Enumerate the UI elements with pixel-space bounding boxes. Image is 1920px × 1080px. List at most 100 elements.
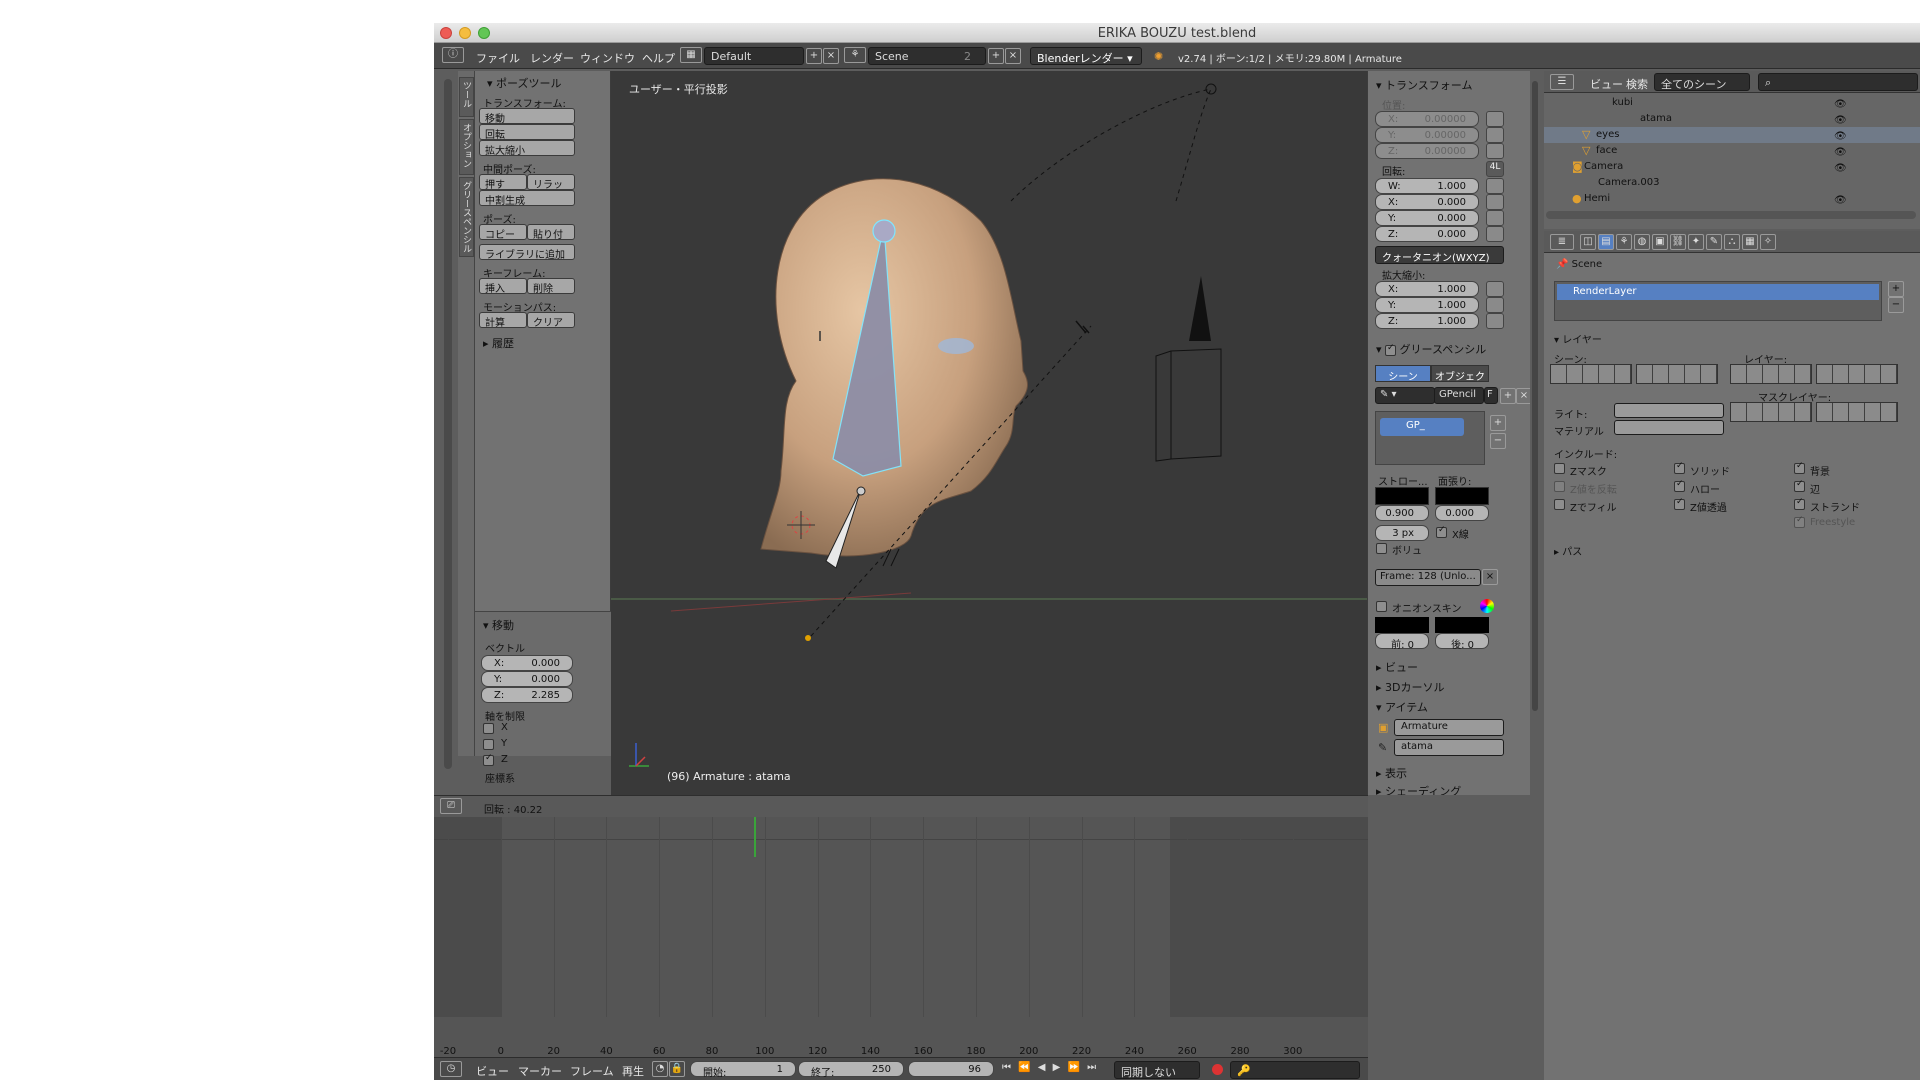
timeline-editor-icon[interactable]: ◷ bbox=[440, 1061, 462, 1077]
lock-rotation-w-icon[interactable] bbox=[1486, 178, 1504, 194]
timeline-marker-menu[interactable]: マーカー bbox=[518, 1063, 562, 1079]
remove-layout-icon[interactable]: × bbox=[823, 48, 839, 64]
outliner-h-scrollbar[interactable] bbox=[1546, 211, 1916, 219]
onion-after-field[interactable]: 後: 0 bbox=[1435, 633, 1489, 651]
vector-x-field[interactable]: X: 0.000 bbox=[481, 655, 573, 671]
lock-scale-y-icon[interactable] bbox=[1486, 297, 1504, 313]
gp-add-icon[interactable]: + bbox=[1500, 388, 1516, 404]
scene-tab-icon[interactable]: ⚘ bbox=[1616, 234, 1632, 250]
gp-datablock-select[interactable]: ✎ ▾ bbox=[1375, 387, 1435, 404]
move-button[interactable]: 移動 bbox=[479, 108, 575, 125]
rotation-x-field[interactable]: X: 0.000 bbox=[1375, 194, 1479, 210]
timeline-frame-menu[interactable]: フレーム bbox=[570, 1063, 614, 1079]
scale-button[interactable]: 拡大縮小 bbox=[479, 140, 575, 157]
lock-location-x-icon[interactable] bbox=[1486, 111, 1504, 127]
playback-controls[interactable]: ⏮ ⏪ ◀ ▶ ⏩ ⏭ bbox=[1002, 1062, 1112, 1078]
outliner-row[interactable]: ▽ face bbox=[1544, 143, 1920, 159]
material-override-field[interactable] bbox=[1614, 420, 1724, 435]
stroke-color-swatch[interactable] bbox=[1375, 487, 1429, 505]
outliner-row[interactable]: ◙ Camera bbox=[1544, 159, 1920, 175]
menu-file[interactable]: ファイル bbox=[476, 50, 520, 66]
remove-scene-icon[interactable]: × bbox=[1005, 48, 1021, 64]
start-frame-field[interactable]: 開始: 1 bbox=[690, 1061, 796, 1079]
outliner-row[interactable]: Camera.003 bbox=[1544, 175, 1920, 191]
layers-panel-title[interactable]: ▾ レイヤー bbox=[1554, 331, 1602, 346]
fill-color-swatch[interactable] bbox=[1435, 487, 1489, 505]
tab-grease-pencil[interactable]: グリースペンシル bbox=[459, 177, 474, 257]
lock-rotation-x-icon[interactable] bbox=[1486, 194, 1504, 210]
rotation-w-field[interactable]: W: 1.000 bbox=[1375, 178, 1479, 194]
gp-remove-icon[interactable]: × bbox=[1516, 388, 1530, 404]
edge-checkbox[interactable] bbox=[1794, 479, 1805, 492]
location-x-field[interactable]: X: 0.00000 bbox=[1375, 111, 1479, 127]
keying-set-field[interactable]: 🔑 bbox=[1230, 1061, 1360, 1079]
end-frame-field[interactable]: 終了: 250 bbox=[798, 1061, 904, 1079]
visibility-eye-icons[interactable]: 👁 👁 👁 👁 👁 👁 bbox=[1834, 97, 1847, 207]
outliner-row[interactable]: kubi bbox=[1544, 95, 1920, 111]
gp-layer-add-icon[interactable]: + bbox=[1490, 415, 1506, 431]
freestyle-checkbox[interactable] bbox=[1794, 515, 1805, 528]
outliner-display-select[interactable]: 全てのシーン bbox=[1654, 73, 1750, 91]
gp-layer-row[interactable]: GP_ bbox=[1380, 418, 1464, 436]
scale-z-field[interactable]: Z: 1.000 bbox=[1375, 313, 1479, 329]
passes-panel-title[interactable]: ▸ パス bbox=[1554, 543, 1582, 558]
mask-layers-grid[interactable] bbox=[1730, 402, 1812, 422]
color-wheel-icon[interactable] bbox=[1480, 599, 1494, 613]
render-layers-grid-2[interactable] bbox=[1816, 364, 1898, 384]
object-tab-icon[interactable]: ▣ bbox=[1652, 234, 1668, 250]
zmask-checkbox[interactable] bbox=[1554, 463, 1565, 474]
rotation-z-field[interactable]: Z: 0.000 bbox=[1375, 226, 1479, 242]
grease-pencil-enable-checkbox[interactable] bbox=[1385, 343, 1397, 356]
shading-panel-title[interactable]: ▸ シェーディング bbox=[1376, 783, 1461, 795]
strand-checkbox[interactable] bbox=[1794, 497, 1805, 510]
item-object-name-field[interactable]: Armature bbox=[1394, 719, 1504, 736]
sync-mode-select[interactable]: 同期しない bbox=[1114, 1061, 1200, 1079]
outliner-search-input[interactable]: ⌕ bbox=[1758, 73, 1918, 91]
gp-object-tab[interactable]: オブジェクト bbox=[1431, 365, 1489, 398]
gp-name-field[interactable]: GPencil bbox=[1434, 387, 1484, 404]
insert-keyframe-button[interactable]: 挿入 bbox=[479, 278, 527, 295]
record-icon[interactable] bbox=[1212, 1064, 1223, 1075]
zfill-checkbox[interactable] bbox=[1554, 499, 1565, 510]
menu-window[interactable]: ウィンドウ bbox=[580, 50, 635, 66]
relax-button[interactable]: リラックス bbox=[527, 174, 575, 206]
scale-x-field[interactable]: X: 1.000 bbox=[1375, 281, 1479, 297]
layout-field[interactable]: Default bbox=[704, 47, 804, 65]
xray-checkbox[interactable] bbox=[1436, 525, 1447, 538]
vector-y-field[interactable]: Y: 0.000 bbox=[481, 671, 573, 687]
volumetric-checkbox[interactable] bbox=[1376, 543, 1387, 554]
toolshelf-scrollbar[interactable] bbox=[444, 79, 452, 769]
lock-location-y-icon[interactable] bbox=[1486, 127, 1504, 143]
location-y-field[interactable]: Y: 0.00000 bbox=[1375, 127, 1479, 143]
timeline-view-menu[interactable]: ビュー bbox=[476, 1063, 509, 1079]
scale-y-field[interactable]: Y: 1.000 bbox=[1375, 297, 1479, 313]
calculate-path-button[interactable]: 計算 bbox=[479, 312, 527, 329]
info-editor-icon[interactable]: ⓘ bbox=[442, 47, 464, 63]
gp-frame-delete-icon[interactable]: × bbox=[1482, 569, 1498, 585]
render-layer-add-icon[interactable]: + bbox=[1888, 281, 1904, 297]
add-to-library-button[interactable]: ライブラリに追加 bbox=[479, 244, 575, 261]
playhead[interactable] bbox=[754, 817, 757, 857]
location-z-field[interactable]: Z: 0.00000 bbox=[1375, 143, 1479, 159]
n-panel-scrollbar[interactable] bbox=[1530, 71, 1540, 795]
render-layers-grid[interactable] bbox=[1730, 364, 1812, 384]
lock-range-icon[interactable]: 🔒 bbox=[669, 1061, 685, 1077]
add-scene-icon[interactable]: + bbox=[988, 48, 1004, 64]
constraints-tab-icon[interactable]: ⛓ bbox=[1670, 234, 1686, 250]
copy-pose-button[interactable]: コピー bbox=[479, 224, 527, 241]
outliner-row[interactable]: atama bbox=[1544, 111, 1920, 127]
render-layer-row[interactable]: RenderLayer bbox=[1557, 284, 1879, 300]
pose-tools-title[interactable]: ▾ ポーズツール bbox=[487, 75, 561, 91]
timeline[interactable] bbox=[434, 817, 1368, 1057]
physics-tab-icon[interactable]: ✧ bbox=[1760, 234, 1776, 250]
fill-opacity-field[interactable]: 0.000 bbox=[1435, 505, 1489, 521]
ztransp-checkbox[interactable] bbox=[1674, 497, 1685, 510]
constraint-x-checkbox[interactable] bbox=[483, 723, 494, 734]
render-engine-select[interactable]: Blenderレンダー ▾ bbox=[1030, 47, 1142, 65]
view-panel-title[interactable]: ▸ ビュー bbox=[1376, 659, 1418, 675]
3d-viewport[interactable]: ユーザー・平行投影 (96) Armature: atama bbox=[611, 71, 1367, 795]
solid-checkbox[interactable] bbox=[1674, 461, 1685, 474]
preview-range-icon[interactable]: ◔ bbox=[652, 1061, 668, 1077]
timeline-playback-menu[interactable]: 再生 bbox=[622, 1063, 644, 1079]
bone-constraint-tab-icon[interactable]: ⛬ bbox=[1724, 234, 1740, 250]
